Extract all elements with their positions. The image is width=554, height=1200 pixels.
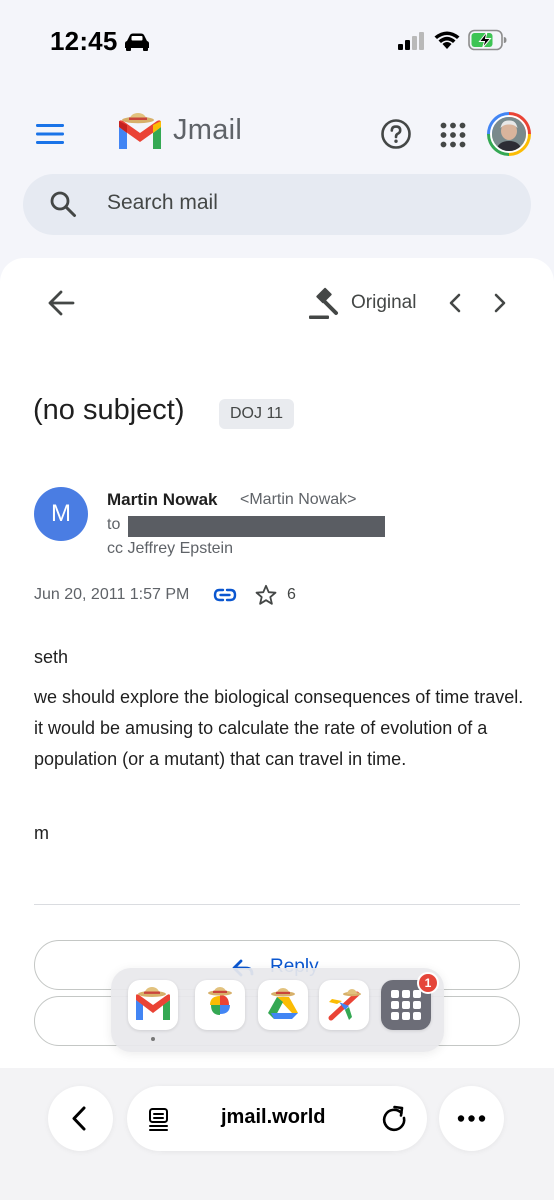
redacted-recipient [128,516,385,537]
app-dock: 1 [111,968,444,1052]
sender-email: <Martin Nowak> [240,491,357,508]
wifi-icon [434,31,460,49]
address-bar[interactable]: jmail.world [127,1086,427,1151]
email-body-signoff: m [34,823,49,843]
google-apps-icon[interactable] [440,122,466,148]
reload-icon[interactable] [380,1104,408,1132]
url-text: jmail.world [221,1106,326,1128]
search-icon [50,191,76,217]
dock-jmail-app[interactable] [128,980,178,1030]
gavel-icon[interactable] [307,287,341,321]
email-body-greeting: seth [34,647,69,667]
email-card: Original (no subject) DOJ 11 M Martin No… [0,258,554,1068]
chevron-left-icon[interactable] [445,292,465,314]
app-header: Jmail [0,100,554,170]
jmail-logo-icon[interactable] [115,113,165,153]
dock-drive-app[interactable] [258,980,308,1030]
cellular-signal-icon [398,32,424,50]
car-icon [125,33,149,51]
browser-toolbar: jmail.world [0,1068,554,1200]
star-count: 6 [287,586,296,603]
dock-app-library[interactable]: 1 [381,972,439,1030]
menu-icon[interactable] [36,123,64,145]
star-icon[interactable] [255,584,277,606]
help-icon[interactable] [380,118,412,150]
account-avatar[interactable] [487,112,531,156]
browser-back-button[interactable] [48,1086,113,1151]
status-time: 12:45 [50,26,118,56]
email-subject: (no subject) [33,394,185,426]
search-bar[interactable]: Search mail [23,174,531,235]
more-horizontal-icon [457,1115,486,1122]
airplane-icon [328,989,361,1021]
dock-flights-app[interactable] [319,980,369,1030]
chevron-right-icon[interactable] [490,292,510,314]
label-chip[interactable]: DOJ 11 [219,399,295,429]
active-app-indicator [151,1037,155,1041]
chevron-left-icon [72,1106,86,1131]
more-options-button[interactable] [439,1086,504,1151]
photos-pinwheel-icon [208,987,232,1015]
status-bar: 12:45 [0,0,554,80]
dock-photos-app[interactable] [195,980,245,1030]
battery-charging-icon [468,29,507,51]
original-button-label[interactable]: Original [351,292,416,314]
sender-name: Martin Nowak [107,490,218,509]
link-icon[interactable] [213,586,237,604]
app-name: Jmail [173,114,243,146]
profile-photo-icon [492,117,526,151]
divider [34,904,520,905]
recipient-label: to [107,516,121,533]
jmail-app-icon [136,987,170,1020]
back-arrow-icon[interactable] [47,290,75,316]
drive-triangle-icon [268,988,298,1019]
email-date: Jun 20, 2011 1:57 PM [34,586,190,603]
sender-avatar[interactable]: M [34,487,88,541]
notification-badge: 1 [417,972,439,994]
cc-line: cc Jeffrey Epstein [107,540,233,557]
email-body-paragraph: we should explore the biological consequ… [34,687,524,769]
reader-mode-icon[interactable] [148,1107,172,1131]
search-input[interactable]: Search mail [107,191,218,215]
